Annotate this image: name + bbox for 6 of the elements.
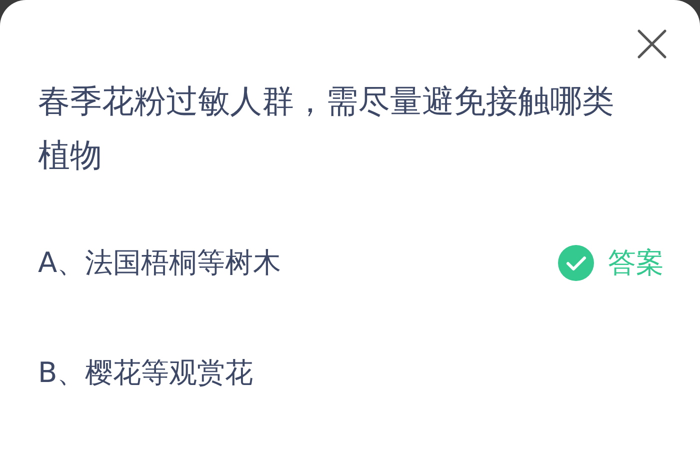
question-text: 春季花粉过敏人群，需尽量避免接触哪类植物: [37, 81, 615, 176]
option-text[interactable]: B、樱花等观赏花: [38, 352, 254, 394]
check-icon: [558, 245, 594, 281]
answer-label: 答案: [608, 245, 664, 281]
close-icon[interactable]: [636, 28, 668, 60]
option-text[interactable]: A、法国梧桐等树木: [38, 242, 282, 284]
